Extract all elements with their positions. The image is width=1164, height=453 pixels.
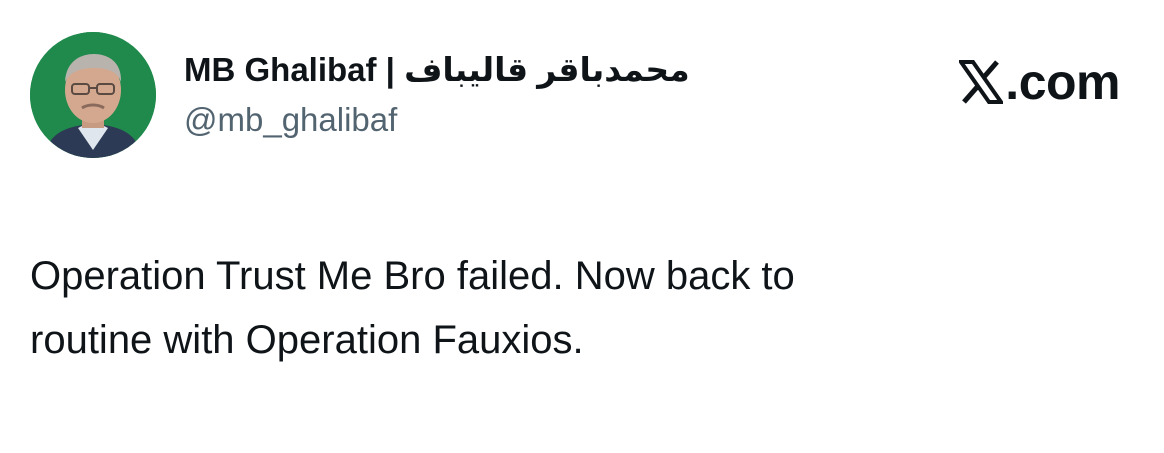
tweet-card: MB Ghalibaf | محمدباقر قالیباف @mb_ghali…	[0, 0, 1164, 453]
tweet-header: MB Ghalibaf | محمدباقر قالیباف @mb_ghali…	[30, 32, 1134, 162]
author-display-name[interactable]: MB Ghalibaf | محمدباقر قالیباف	[184, 48, 884, 92]
author-handle[interactable]: @mb_ghalibaf	[184, 98, 884, 142]
x-logo-icon	[957, 59, 1006, 105]
tweet-text-line-2: routine with Operation Fauxios.	[30, 318, 584, 362]
avatar[interactable]	[30, 32, 156, 158]
author-identity: MB Ghalibaf | محمدباقر قالیباف @mb_ghali…	[184, 48, 884, 142]
avatar-portrait-icon	[30, 32, 156, 158]
tweet-text-line-1: Operation Trust Me Bro failed. Now back …	[30, 254, 795, 298]
tweet-body: Operation Trust Me Bro failed. Now back …	[30, 244, 1130, 372]
x-domain-suffix: .com	[1005, 54, 1120, 110]
x-com-logo: .com	[957, 52, 1120, 112]
